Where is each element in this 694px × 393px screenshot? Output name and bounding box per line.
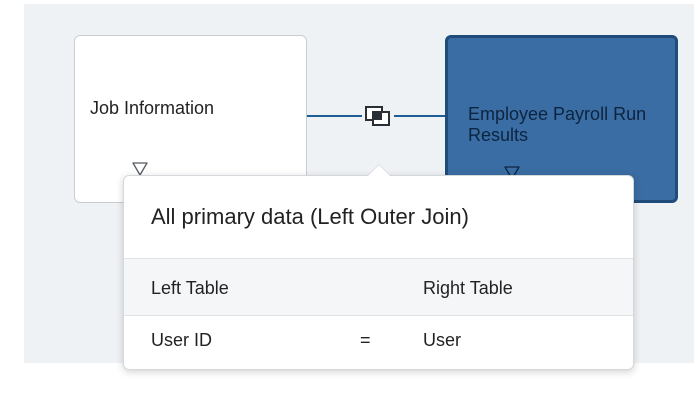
filter-icon[interactable] bbox=[132, 162, 148, 176]
left-field: User ID bbox=[151, 330, 213, 350]
table-node-title: Employee Payroll Run Results bbox=[468, 104, 647, 145]
popover-arrow bbox=[367, 164, 391, 176]
table-node-title: Job Information bbox=[90, 98, 215, 118]
right-field: User bbox=[423, 330, 462, 350]
join-connector-line bbox=[394, 115, 446, 117]
join-condition-table: Left Table Right Table User ID = User bbox=[124, 258, 633, 373]
join-type-title: All primary data (Left Outer Join) bbox=[151, 204, 469, 229]
column-header-right-table: Right Table bbox=[423, 278, 513, 298]
join-operator: = bbox=[360, 330, 371, 350]
join-details-popover: All primary data (Left Outer Join) Left … bbox=[123, 164, 634, 373]
join-canvas: Job Information Employee Payroll Run Res… bbox=[24, 4, 694, 370]
join-connector-line bbox=[307, 115, 362, 117]
table-header-row: Left Table Right Table bbox=[124, 259, 633, 316]
join-icon[interactable] bbox=[362, 104, 394, 128]
table-row: User ID = User bbox=[124, 316, 633, 373]
column-header-left-table: Left Table bbox=[151, 278, 229, 298]
